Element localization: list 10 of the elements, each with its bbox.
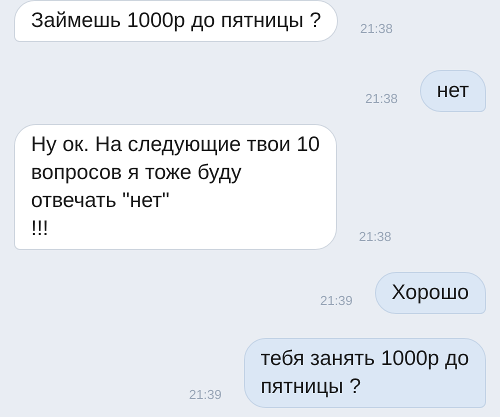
message-bubble: нет: [420, 70, 486, 112]
message-bubble: Хорошо: [374, 272, 486, 314]
message-time: 21:38: [365, 90, 398, 108]
message-time: 21:38: [358, 228, 392, 246]
message-bubble: Ну ок. На следующие твои 10 вопросов я тоже буду отвечать "нет" !!!: [14, 124, 337, 250]
message-time: 21:39: [320, 292, 353, 310]
message-bubble: Займешь 1000р до пятницы ?: [14, 0, 338, 42]
message-bubble: тебя занять 1000р до пятницы ?: [244, 338, 486, 408]
message-time: 21:39: [189, 386, 222, 404]
message-time: 21:38: [360, 20, 393, 38]
